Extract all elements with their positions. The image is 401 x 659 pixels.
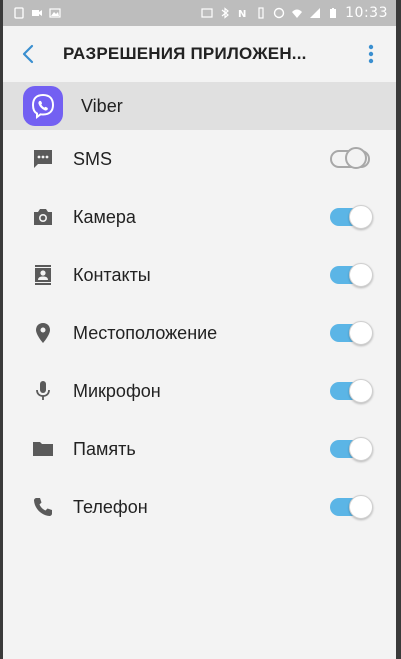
cast-icon — [201, 8, 213, 18]
camera-icon — [28, 202, 58, 232]
permission-label-microphone: Микрофон — [73, 380, 161, 401]
notification-icon — [14, 7, 24, 19]
contacts-toggle[interactable] — [330, 263, 373, 287]
permission-label-location: Местоположение — [73, 322, 218, 343]
status-bar: N 10:33 — [3, 0, 396, 26]
permission-label-camera: Камера — [73, 206, 136, 227]
vibrate-icon — [258, 7, 264, 19]
location-toggle[interactable] — [330, 321, 373, 345]
phone-toggle[interactable] — [330, 495, 373, 519]
microphone-toggle[interactable] — [330, 379, 373, 403]
status-time: 10:33 — [345, 5, 388, 21]
screen: N 10:33 РАЗРЕШЕНИЯ ПРИЛОЖЕН... Viber SMS… — [3, 0, 396, 659]
svg-text:N: N — [238, 9, 246, 19]
phone-toggle-thumb — [349, 495, 373, 519]
chevron-left-icon — [22, 44, 34, 64]
sms-icon — [28, 144, 58, 174]
camera-toggle-thumb — [349, 205, 373, 229]
image-icon — [49, 8, 61, 18]
permission-item-phone[interactable]: Телефон — [3, 478, 396, 536]
permission-label-storage: Память — [73, 438, 136, 459]
microphone-icon — [28, 376, 58, 406]
folder-icon — [28, 434, 58, 464]
video-icon — [32, 10, 42, 16]
signal-icon — [310, 8, 321, 18]
battery-icon — [330, 8, 337, 18]
more-options-button[interactable] — [356, 38, 386, 70]
page-title: РАЗРЕШЕНИЯ ПРИЛОЖЕН... — [63, 44, 307, 63]
viber-logo-icon — [23, 86, 63, 126]
permission-label-contacts: Контакты — [73, 264, 151, 285]
status-left — [13, 7, 61, 19]
back-button[interactable] — [3, 26, 53, 82]
app-bar: РАЗРЕШЕНИЯ ПРИЛОЖЕН... — [3, 26, 396, 82]
storage-toggle-thumb — [349, 437, 373, 461]
permission-item-contacts[interactable]: Контакты — [3, 246, 396, 304]
contacts-toggle-thumb — [349, 263, 373, 287]
permissions-list: SMS Камера Контакты Местоположение Микро… — [3, 130, 396, 536]
more-vert-icon — [368, 44, 374, 64]
permission-label-sms: SMS — [73, 148, 113, 169]
phone-icon — [28, 492, 58, 522]
app-name: Viber — [81, 95, 123, 116]
microphone-toggle-thumb — [349, 379, 373, 403]
sms-toggle-thumb — [345, 147, 367, 169]
status-right: N 10:33 — [201, 5, 388, 21]
contacts-icon — [28, 260, 58, 290]
camera-toggle[interactable] — [330, 205, 373, 229]
permission-label-phone: Телефон — [73, 496, 148, 517]
bluetooth-icon — [221, 7, 230, 19]
nfc-icon: N — [238, 9, 246, 19]
permission-item-microphone[interactable]: Микрофон — [3, 362, 396, 420]
location-toggle-thumb — [349, 321, 373, 345]
permission-item-camera[interactable]: Камера — [3, 188, 396, 246]
sync-icon — [273, 7, 285, 19]
wifi-icon — [292, 9, 303, 18]
permission-item-storage[interactable]: Память — [3, 420, 396, 478]
permission-item-location[interactable]: Местоположение — [3, 304, 396, 362]
location-pin-icon — [28, 318, 58, 348]
permission-item-sms[interactable]: SMS — [3, 130, 396, 188]
sms-toggle[interactable] — [330, 147, 372, 171]
storage-toggle[interactable] — [330, 437, 373, 461]
app-info-row: Viber — [3, 82, 396, 130]
